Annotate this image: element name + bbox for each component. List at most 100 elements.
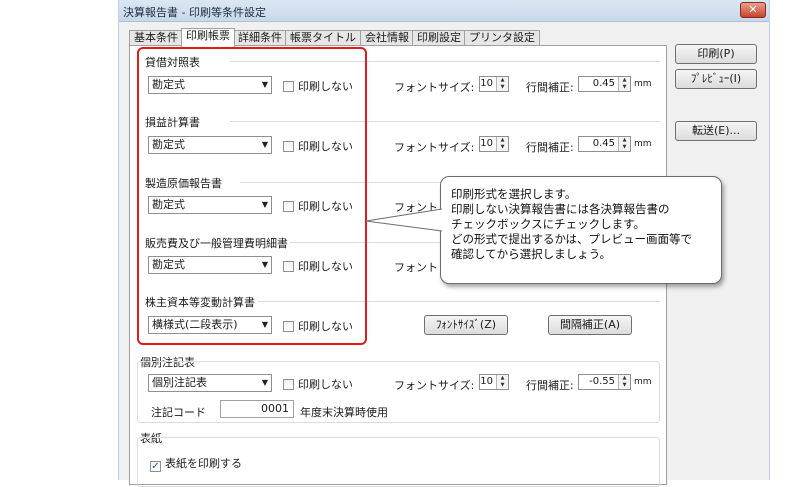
- font-size-value: 10: [480, 138, 493, 149]
- dropdown-arrow-icon: ▼: [261, 378, 268, 387]
- no-print-check-equity-changes[interactable]: 印刷しない: [283, 318, 353, 333]
- dropdown-arrow-icon: ▼: [261, 320, 268, 329]
- font-size-label: フォントサイズ:: [394, 81, 475, 94]
- no-print-label: 印刷しない: [298, 260, 353, 273]
- tab-print-settings[interactable]: 印刷設定: [412, 30, 466, 46]
- font-size-spinner-notes[interactable]: 10 ▲ ▼: [479, 374, 509, 390]
- tab-form-title[interactable]: 帳票タイトル: [285, 30, 361, 46]
- callout-pointer: [365, 208, 443, 232]
- format-select-income-statement[interactable]: 勘定式 ▼: [148, 136, 272, 154]
- title-bar: 決算報告書 - 印刷等条件設定 ✕: [119, 0, 769, 22]
- note-code-label: 注記コード: [151, 406, 206, 419]
- close-button[interactable]: ✕: [740, 2, 766, 18]
- no-print-check-balance-sheet[interactable]: 印刷しない: [283, 78, 353, 93]
- font-size-button[interactable]: ﾌｫﾝﾄｻｲｽﾞ(Z): [424, 315, 508, 335]
- print-button[interactable]: 印刷(P): [675, 44, 757, 64]
- divider: [258, 301, 660, 302]
- line-adjust-spinner-notes[interactable]: -0.55 ▲ ▼: [578, 374, 631, 390]
- no-print-label: 印刷しない: [298, 200, 353, 213]
- checkbox-icon[interactable]: [283, 321, 294, 332]
- spin-arrows-icon[interactable]: ▲ ▼: [618, 137, 630, 151]
- checkbox-icon[interactable]: [283, 261, 294, 272]
- dropdown-arrow-icon: ▼: [261, 200, 268, 209]
- callout-line: どの形式で提出するかは、プレビュー画面等で: [451, 232, 693, 246]
- line-adjust-spinner-income-statement[interactable]: 0.45 ▲ ▼: [578, 136, 631, 152]
- section-title-equity-changes: 株主資本等変動計算書: [145, 296, 255, 309]
- no-print-check-manufacturing-cost[interactable]: 印刷しない: [283, 198, 353, 213]
- dropdown-arrow-icon: ▼: [261, 80, 268, 89]
- preview-button[interactable]: ﾌﾟﾚﾋﾞｭｰ(I): [675, 69, 757, 89]
- format-select-value: 勘定式: [152, 78, 185, 91]
- no-print-label: 印刷しない: [298, 80, 353, 93]
- callout-line: 印刷形式を選択します。: [451, 187, 577, 201]
- line-adjust-spinner-balance-sheet[interactable]: 0.45 ▲ ▼: [578, 76, 631, 92]
- instruction-callout: 印刷形式を選択します。 印刷しない決算報告書には各決算報告書の チェックボックス…: [440, 176, 722, 284]
- format-select-value: 横様式(二段表示): [152, 318, 238, 331]
- format-select-value: 勘定式: [152, 138, 185, 151]
- line-adjust-label: 行間補正:: [526, 141, 574, 154]
- callout-line: 印刷しない決算報告書には各決算報告書の: [451, 202, 670, 216]
- font-size-value: 10: [480, 376, 493, 387]
- font-size-label: フォントサイズ:: [394, 141, 475, 154]
- no-print-label: 印刷しない: [298, 320, 353, 333]
- window-title: 決算報告書 - 印刷等条件設定: [123, 6, 266, 19]
- mm-unit-label: mm: [634, 139, 652, 149]
- tab-print-forms[interactable]: 印刷帳票: [181, 28, 235, 47]
- line-adjust-label: 行間補正:: [526, 81, 574, 94]
- divider: [230, 121, 660, 122]
- no-print-check-sga-detail[interactable]: 印刷しない: [283, 258, 353, 273]
- format-select-value: 勘定式: [152, 198, 185, 211]
- dropdown-arrow-icon: ▼: [261, 140, 268, 149]
- format-select-sga-detail[interactable]: 勘定式 ▼: [148, 256, 272, 274]
- checkbox-icon[interactable]: [283, 201, 294, 212]
- format-select-balance-sheet[interactable]: 勘定式 ▼: [148, 76, 272, 94]
- divider: [230, 61, 660, 62]
- dropdown-arrow-icon: ▼: [261, 260, 268, 269]
- print-cover-label: 表紙を印刷する: [165, 457, 242, 470]
- section-title-income-statement: 損益計算書: [145, 116, 200, 129]
- note-code-input[interactable]: 0001: [220, 400, 294, 418]
- note-code-hint: 年度末決算時使用: [300, 406, 388, 419]
- format-select-value: 勘定式: [152, 258, 185, 271]
- no-print-check-notes[interactable]: 印刷しない: [283, 376, 353, 391]
- spacing-adjust-button[interactable]: 間隔補正(A): [548, 315, 632, 335]
- tab-company[interactable]: 会社情報: [360, 30, 414, 46]
- font-size-spinner-income-statement[interactable]: 10 ▲ ▼: [479, 136, 509, 152]
- section-title-manufacturing-cost: 製造原価報告書: [145, 177, 222, 190]
- checkbox-icon[interactable]: [283, 379, 294, 390]
- spin-arrows-icon[interactable]: ▲ ▼: [496, 77, 508, 91]
- font-size-label: フォントサイズ:: [394, 379, 475, 392]
- mm-unit-label: mm: [634, 79, 652, 89]
- no-print-check-income-statement[interactable]: 印刷しない: [283, 138, 353, 153]
- font-size-spinner-balance-sheet[interactable]: 10 ▲ ▼: [479, 76, 509, 92]
- font-size-label-partial: フォント: [394, 261, 438, 274]
- line-adjust-value: 0.45: [592, 78, 615, 89]
- callout-line: チェックボックスにチェックします。: [451, 217, 646, 231]
- checkbox-icon[interactable]: [283, 81, 294, 92]
- checkbox-icon[interactable]: [283, 141, 294, 152]
- line-adjust-value: -0.55: [589, 376, 615, 387]
- spin-arrows-icon[interactable]: ▲ ▼: [618, 375, 630, 389]
- no-print-label: 印刷しない: [298, 140, 353, 153]
- callout-line: 確認してから選択しましょう。: [451, 247, 611, 261]
- line-adjust-label: 行間補正:: [526, 379, 574, 392]
- tab-basic[interactable]: 基本条件: [129, 30, 183, 46]
- no-print-label: 印刷しない: [298, 378, 353, 391]
- spin-arrows-icon[interactable]: ▲ ▼: [496, 375, 508, 389]
- transfer-button[interactable]: 転送(E)...: [675, 121, 757, 141]
- checkbox-checked-icon[interactable]: ✓: [150, 461, 161, 472]
- format-select-value: 個別注記表: [152, 376, 207, 389]
- tab-printer[interactable]: プリンタ設定: [464, 30, 540, 46]
- format-select-equity-changes[interactable]: 横様式(二段表示) ▼: [148, 316, 272, 334]
- line-adjust-value: 0.45: [592, 138, 615, 149]
- print-cover-check[interactable]: ✓ 表紙を印刷する: [150, 455, 242, 472]
- format-select-notes[interactable]: 個別注記表 ▼: [148, 374, 272, 392]
- tab-detail[interactable]: 詳細条件: [233, 30, 287, 46]
- section-title-sga-detail: 販売費及び一般管理費明細書: [145, 237, 288, 250]
- spin-arrows-icon[interactable]: ▲ ▼: [618, 77, 630, 91]
- mm-unit-label: mm: [634, 377, 652, 387]
- section-title-balance-sheet: 貸借対照表: [145, 56, 200, 69]
- font-size-value: 10: [480, 78, 493, 89]
- spin-arrows-icon[interactable]: ▲ ▼: [496, 137, 508, 151]
- format-select-manufacturing-cost[interactable]: 勘定式 ▼: [148, 196, 272, 214]
